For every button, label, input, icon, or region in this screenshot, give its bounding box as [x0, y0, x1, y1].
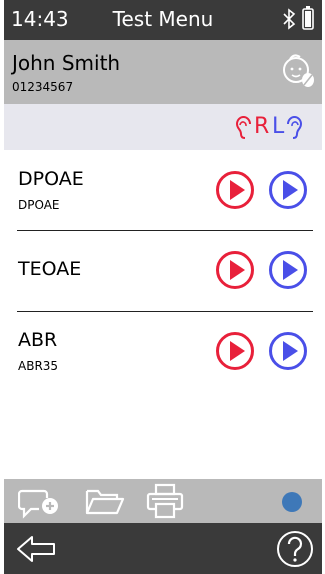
play-right-ear-button[interactable] — [215, 250, 255, 290]
divider — [17, 311, 313, 312]
play-left-ear-button[interactable] — [268, 170, 308, 210]
right-ear-indicator: R — [234, 114, 269, 140]
left-ear-indicator: L — [272, 114, 304, 140]
screen-title: Test Menu — [112, 7, 214, 31]
left-ear-label: L — [272, 114, 285, 139]
test-protocol: ABR35 — [18, 359, 59, 373]
bottom-toolbar — [4, 479, 322, 523]
patient-name: John Smith — [12, 51, 121, 75]
navigation-bar — [4, 523, 322, 574]
baby-profile-icon[interactable] — [280, 50, 316, 90]
divider — [17, 230, 313, 231]
test-name: TEOAE — [18, 258, 82, 280]
add-comment-icon[interactable] — [18, 483, 64, 519]
test-name: DPOAE — [18, 168, 84, 190]
bluetooth-icon — [283, 8, 296, 30]
test-row-abr: ABR ABR35 — [4, 313, 322, 391]
help-icon[interactable] — [276, 530, 314, 568]
patient-header[interactable]: John Smith 01234567 — [4, 40, 322, 104]
test-row-dpoae: DPOAE DPOAE — [4, 152, 322, 230]
back-arrow-icon[interactable] — [16, 534, 56, 564]
test-row-teoae: TEOAE — [4, 232, 322, 310]
play-right-ear-button[interactable] — [215, 170, 255, 210]
folder-icon[interactable] — [84, 483, 126, 519]
left-ear-icon — [287, 116, 303, 139]
right-ear-label: R — [254, 114, 270, 139]
patient-id: 01234567 — [12, 80, 74, 94]
ear-selection-bar: R L — [4, 104, 322, 150]
play-right-ear-button[interactable] — [215, 331, 255, 371]
right-ear-icon — [235, 116, 251, 139]
play-left-ear-button[interactable] — [268, 250, 308, 290]
test-protocol: DPOAE — [18, 198, 60, 212]
battery-icon — [302, 6, 314, 30]
printer-icon[interactable] — [146, 483, 184, 519]
app-frame: 14:43 Test Menu John Smith 01234567 R L … — [4, 0, 322, 574]
status-bar: 14:43 Test Menu — [4, 0, 322, 40]
status-indicator-dot — [282, 492, 302, 512]
test-name: ABR — [18, 329, 58, 351]
play-left-ear-button[interactable] — [268, 331, 308, 371]
